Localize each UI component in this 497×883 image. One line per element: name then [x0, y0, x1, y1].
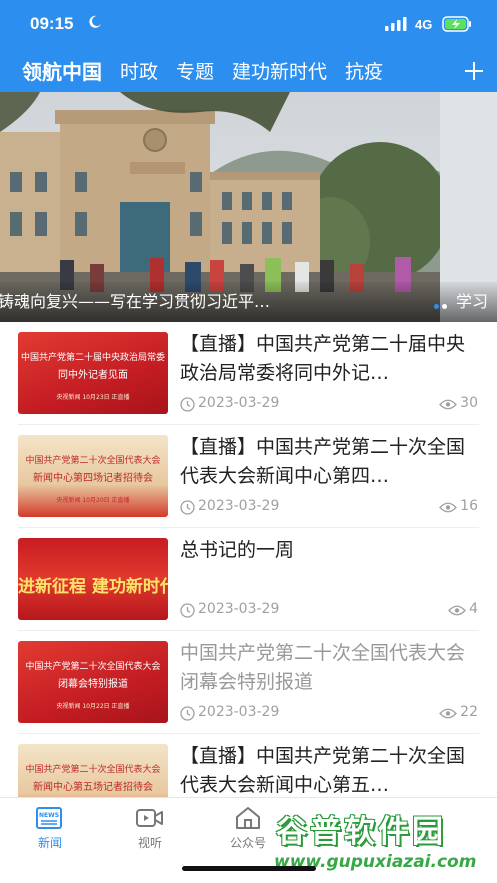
tab-channel-0[interactable]: 领航中国	[22, 56, 102, 85]
network-type: 4G	[415, 17, 433, 32]
eye-icon	[439, 502, 457, 513]
thumbnail-text: 新闻中心第四场记者招待会	[33, 473, 153, 484]
clock-icon	[180, 603, 195, 618]
news-thumbnail: 中国共产党第二十次全国代表大会 新闻中心第四场记者招待会央视新闻 10月20日 正…	[18, 435, 168, 517]
tab-channel-1[interactable]: 时政	[120, 57, 158, 84]
news-item[interactable]: 中国共产党第二十届中央政治局常委 同中外记者见面 央视新闻 10月23日 正直播 【直…	[18, 322, 479, 425]
channel-nav: 领航中国 时政 专题 建功新时代 抗疫	[0, 50, 497, 92]
news-item[interactable]: 中国共产党第二十次全国代表大会 新闻中心第四场记者招待会央视新闻 10月20日 正…	[18, 425, 479, 528]
thumbnail-text: 中国共产党第二十次全国代表大会	[25, 765, 161, 775]
moon-icon	[89, 15, 101, 28]
next-banner-caption: 学习	[456, 292, 489, 311]
status-bar: 09:15 4G	[0, 0, 497, 50]
news-meta: 2023-03-29 4	[180, 600, 478, 620]
tab-official-accounts-label: 公众号	[229, 836, 266, 850]
news-thumbnail: 中国共产党第二十届中央政治局常委 同中外记者见面央视新闻 10月23日 正直播	[18, 332, 168, 414]
tab-channel-2[interactable]: 专题	[176, 57, 214, 84]
battery-charging-icon	[442, 16, 471, 32]
thumbnail-text: 同中外记者见面	[58, 370, 128, 381]
news-date: 2023-03-29	[198, 601, 280, 617]
eye-icon	[439, 708, 457, 719]
news-title[interactable]: 总书记的一周	[180, 536, 480, 594]
house-icon	[236, 807, 260, 829]
thumbnail-text: 进新征程 建功新时代	[18, 577, 168, 597]
tab-news-label: 新闻	[37, 836, 62, 850]
clock-icon	[180, 500, 195, 515]
view-count: 4	[469, 601, 478, 617]
svg-text:NEWS: NEWS	[39, 812, 59, 819]
tab-channel-3[interactable]: 建功新时代	[232, 57, 327, 84]
news-meta: 2023-03-29 30	[180, 394, 478, 414]
news-title[interactable]: 【直播】中国共产党第二十次全国代表大会新闻中心第五…	[180, 742, 480, 800]
video-icon	[136, 809, 163, 827]
status-time: 09:15	[30, 14, 74, 33]
thumbnail-text: 央视新闻 10月22日 正直播	[56, 703, 130, 710]
news-list: 中国共产党第二十届中央政治局常委 同中外记者见面 央视新闻 10月23日 正直播 【直…	[0, 322, 497, 837]
banner-caption: 铸魂向复兴——写在学习贯彻习近平…	[0, 292, 271, 311]
thumbnail-text: 中国共产党第二十次全国代表大会	[25, 662, 161, 672]
tab-video[interactable]: 视听	[120, 806, 180, 851]
news-date: 2023-03-29	[198, 498, 280, 514]
thumbnail-text: 闭幕会特别报道	[58, 679, 128, 690]
headline-carousel[interactable]: 铸魂向复兴——写在学习贯彻习近平… 学习	[0, 92, 497, 322]
thumbnail-text: 中国共产党第二十届中央政治局常委	[20, 353, 165, 363]
tab-channel-4[interactable]: 抗疫	[345, 57, 383, 84]
news-title[interactable]: 【直播】中国共产党第二十次全国代表大会新闻中心第四…	[180, 433, 480, 491]
news-item[interactable]: 中国共产党第二十次全国代表大会 闭幕会特别报道 央视新闻 10月22日 正直播 中国共…	[18, 631, 479, 734]
news-thumbnail: 中国共产党第二十次全国代表大会 闭幕会特别报道央视新闻 10月22日 正直播	[18, 641, 168, 723]
news-date: 2023-03-29	[198, 395, 280, 411]
news-item[interactable]: 进新征程 建功新时代 总书记的一周 2023-03-29 4	[18, 528, 479, 631]
watermark: 谷普软件园 www.gupuxiazai.com	[268, 806, 497, 883]
tab-video-label: 视听	[137, 836, 162, 850]
thumbnail-text: 中国共产党第二十次全国代表大会	[25, 456, 161, 466]
thumbnail-text: 央视新闻 10月20日 正直播	[56, 497, 130, 504]
carousel-dots	[434, 296, 450, 315]
home-indicator	[182, 866, 316, 871]
news-meta: 2023-03-29 22	[180, 703, 478, 723]
news-date: 2023-03-29	[198, 704, 280, 720]
eye-icon	[439, 399, 457, 410]
thumbnail-text: 央视新闻 10月23日 正直播	[56, 394, 130, 401]
view-count: 22	[460, 704, 478, 720]
view-count: 16	[460, 498, 478, 514]
signal-icon	[385, 17, 407, 31]
clock-icon	[180, 706, 195, 721]
news-title[interactable]: 【直播】中国共产党第二十届中央政治局常委将同中外记…	[180, 330, 480, 388]
clock-icon	[180, 397, 195, 412]
news-title[interactable]: 中国共产党第二十次全国代表大会闭幕会特别报道	[180, 639, 480, 697]
eye-icon	[448, 605, 466, 616]
tab-news[interactable]: NEWS 新闻	[20, 806, 80, 851]
carousel-dot-active	[434, 304, 439, 309]
thumbnail-text: 新闻中心第五场记者招待会	[33, 782, 153, 793]
carousel-dot	[442, 304, 447, 309]
news-thumbnail: 进新征程 建功新时代	[18, 538, 168, 620]
news-icon: NEWS	[36, 807, 62, 829]
add-channel-button[interactable]	[453, 50, 497, 92]
news-meta: 2023-03-29 16	[180, 497, 478, 517]
watermark-title: 谷普软件园	[276, 814, 446, 850]
view-count: 30	[460, 395, 478, 411]
